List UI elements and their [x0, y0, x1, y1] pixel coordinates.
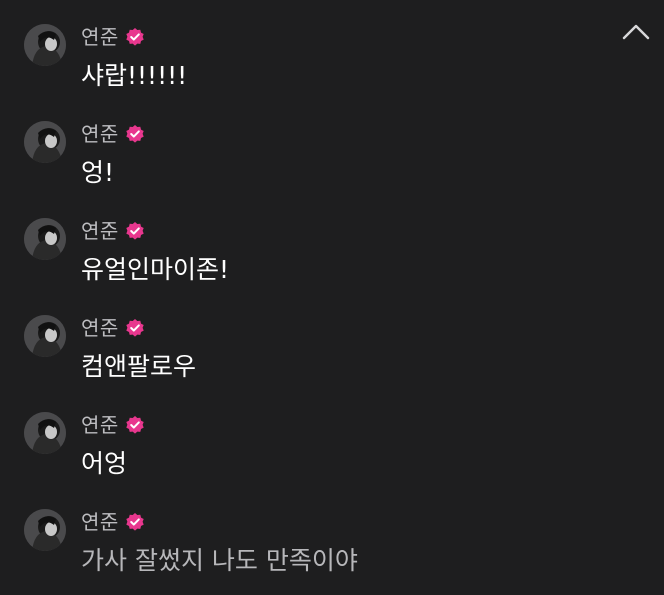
message-text: 유얼인마이존!: [81, 255, 230, 284]
verified-badge-icon: [126, 222, 144, 240]
verified-badge-icon: [126, 125, 144, 143]
avatar[interactable]: [24, 24, 66, 66]
message-text: 가사 잘썼지 나도 만족이야: [81, 546, 358, 575]
message-text: 샤랍!!!!!!: [81, 61, 188, 90]
avatar[interactable]: [24, 509, 66, 551]
verified-badge-icon: [126, 416, 144, 434]
author-name: 연준: [81, 316, 119, 340]
avatar[interactable]: [24, 218, 66, 260]
verified-badge-icon: [126, 513, 144, 531]
author-name: 연준: [81, 413, 119, 437]
avatar[interactable]: [24, 412, 66, 454]
message-item: 연준 엉!: [24, 121, 624, 211]
message-text: 엉!: [81, 158, 115, 187]
collapse-button[interactable]: [620, 18, 652, 46]
message-text: 컴앤팔로우: [81, 352, 197, 381]
message-item: 연준 어엉: [24, 412, 624, 502]
chat-panel: 연준 샤랍!!!!!! 연준 엉! 연준 유얼인마이존! 연준 컴앤팔로우 연준…: [0, 0, 664, 595]
message-item: 연준 가사 잘썼지 나도 만족이야: [24, 509, 624, 595]
message-text: 어엉: [81, 449, 128, 478]
verified-badge-icon: [126, 319, 144, 337]
verified-badge-icon: [126, 28, 144, 46]
message-item: 연준 샤랍!!!!!!: [24, 24, 624, 114]
message-item: 연준 컴앤팔로우: [24, 315, 624, 405]
author-name: 연준: [81, 122, 119, 146]
message-item: 연준 유얼인마이존!: [24, 218, 624, 308]
chevron-up-icon: [622, 24, 650, 40]
author-name: 연준: [81, 25, 119, 49]
author-name: 연준: [81, 219, 119, 243]
author-name: 연준: [81, 510, 119, 534]
avatar[interactable]: [24, 315, 66, 357]
avatar[interactable]: [24, 121, 66, 163]
